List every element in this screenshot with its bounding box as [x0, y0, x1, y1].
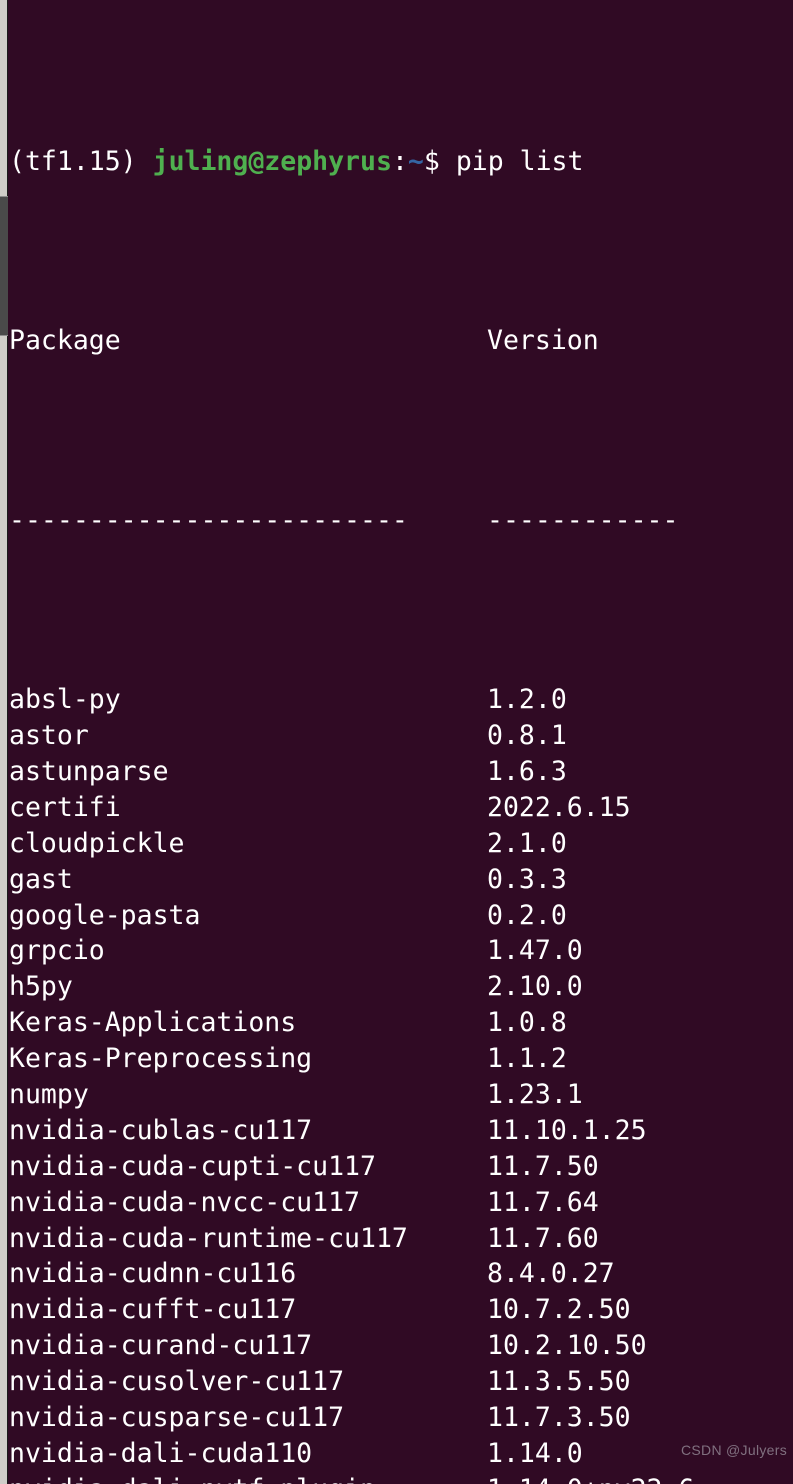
column-header-package: Package [9, 325, 121, 357]
table-row: astor 0.8.1 [9, 718, 793, 754]
package-version: 11.7.64 [487, 1186, 599, 1218]
table-row: certifi 2022.6.15 [9, 790, 793, 826]
package-version: 1.14.0 [487, 1437, 583, 1469]
table-row: nvidia-curand-cu117 10.2.10.50 [9, 1328, 793, 1364]
package-version: 11.7.60 [487, 1222, 599, 1254]
package-version: 1.0.8 [487, 1007, 567, 1039]
package-name: certifi [9, 791, 121, 823]
prompt-sigil: $ [423, 145, 440, 177]
venv-indicator: (tf1.15) [9, 145, 137, 177]
package-version: 11.3.5.50 [487, 1366, 631, 1398]
package-version: 10.2.10.50 [487, 1330, 647, 1362]
package-name: Keras-Preprocessing [9, 1043, 313, 1075]
package-name: nvidia-cuda-runtime-cu117 [9, 1222, 408, 1254]
package-name: grpcio [9, 935, 105, 967]
package-version: 2.1.0 [487, 827, 567, 859]
package-name: nvidia-dali-cuda110 [9, 1437, 313, 1469]
package-version: 11.7.3.50 [487, 1401, 631, 1433]
package-version: 0.2.0 [487, 899, 567, 931]
package-version: 0.8.1 [487, 720, 567, 752]
package-name: astor [9, 720, 89, 752]
package-version: 1.2.0 [487, 684, 567, 716]
user-host: juling@zephyrus [152, 145, 392, 177]
package-name: nvidia-cudnn-cu116 [9, 1258, 297, 1290]
table-row: grpcio 1.47.0 [9, 933, 793, 969]
table-row: google-pasta 0.2.0 [9, 898, 793, 934]
rule-version: ------------ [487, 504, 679, 536]
table-row: nvidia-dali-cuda110 1.14.0 [9, 1436, 793, 1472]
table-row: Keras-Preprocessing 1.1.2 [9, 1041, 793, 1077]
package-version: 1.1.2 [487, 1043, 567, 1075]
package-name: h5py [9, 971, 73, 1003]
command-text: pip list [455, 145, 584, 177]
table-row: cloudpickle 2.1.0 [9, 826, 793, 862]
package-name: google-pasta [9, 899, 201, 931]
package-list: absl-py 1.2.0 astor 0.8.1 astunparse 1.6.3 cer… [9, 682, 793, 1484]
package-version: 2022.6.15 [487, 791, 631, 823]
table-row: numpy 1.23.1 [9, 1077, 793, 1113]
package-name: nvidia-cuda-nvcc-cu117 [9, 1186, 360, 1218]
table-row: nvidia-cufft-cu117 10.7.2.50 [9, 1292, 793, 1328]
table-row: gast 0.3.3 [9, 862, 793, 898]
table-header: Package Version [9, 323, 793, 359]
package-name: nvidia-cufft-cu117 [9, 1294, 297, 1326]
rule-package: ------------------------- [9, 504, 408, 536]
package-version: 8.4.0.27 [487, 1258, 615, 1290]
package-version: 0.3.3 [487, 863, 567, 895]
column-header-version: Version [487, 325, 599, 357]
package-name: absl-py [9, 684, 121, 716]
package-name: astunparse [9, 755, 169, 787]
package-version: 11.7.50 [487, 1150, 599, 1182]
prompt-line: (tf1.15) juling@zephyrus:~$ pip list [9, 144, 793, 180]
package-version: 1.23.1 [487, 1078, 583, 1110]
terminal-scrollbar[interactable] [0, 0, 8, 1484]
table-rule: ------------------------- ------------ [9, 503, 793, 539]
package-version: 1.6.3 [487, 755, 567, 787]
package-name: nvidia-curand-cu117 [9, 1330, 313, 1362]
table-row: nvidia-cuda-runtime-cu117 11.7.60 [9, 1221, 793, 1257]
package-version: 11.10.1.25 [487, 1114, 647, 1146]
table-row: nvidia-dali-nvtf-plugin1.14.0+nv22.6 [9, 1472, 793, 1484]
package-name: nvidia-cusolver-cu117 [9, 1366, 345, 1398]
scrollbar-thumb[interactable] [0, 196, 8, 336]
package-name: nvidia-dali-nvtf-plugin [9, 1472, 487, 1484]
package-name: numpy [9, 1078, 89, 1110]
package-version: 1.47.0 [487, 935, 583, 967]
table-row: nvidia-cuda-cupti-cu117 11.7.50 [9, 1149, 793, 1185]
prompt-separator: : [391, 145, 408, 177]
package-name: nvidia-cuda-cupti-cu117 [9, 1150, 376, 1182]
terminal-window: (tf1.15) juling@zephyrus:~$ pip list Pac… [0, 0, 793, 1484]
prompt-path: ~ [407, 145, 424, 177]
package-name: nvidia-cusparse-cu117 [9, 1401, 345, 1433]
package-name: Keras-Applications [9, 1007, 297, 1039]
package-name: nvidia-cublas-cu117 [9, 1114, 313, 1146]
table-row: Keras-Applications 1.0.8 [9, 1005, 793, 1041]
table-row: h5py 2.10.0 [9, 969, 793, 1005]
table-row: nvidia-cusolver-cu117 11.3.5.50 [9, 1364, 793, 1400]
package-version: 10.7.2.50 [487, 1294, 631, 1326]
table-row: nvidia-cudnn-cu116 8.4.0.27 [9, 1256, 793, 1292]
table-row: astunparse 1.6.3 [9, 754, 793, 790]
package-name: gast [9, 863, 73, 895]
package-version: 2.10.0 [487, 971, 583, 1003]
terminal-output[interactable]: (tf1.15) juling@zephyrus:~$ pip list Pac… [9, 0, 793, 1484]
table-row: nvidia-cusparse-cu117 11.7.3.50 [9, 1400, 793, 1436]
package-name: cloudpickle [9, 827, 185, 859]
table-row: nvidia-cublas-cu117 11.10.1.25 [9, 1113, 793, 1149]
table-row: absl-py 1.2.0 [9, 682, 793, 718]
package-version: 1.14.0+nv22.6 [487, 1472, 694, 1484]
table-row: nvidia-cuda-nvcc-cu117 11.7.64 [9, 1185, 793, 1221]
